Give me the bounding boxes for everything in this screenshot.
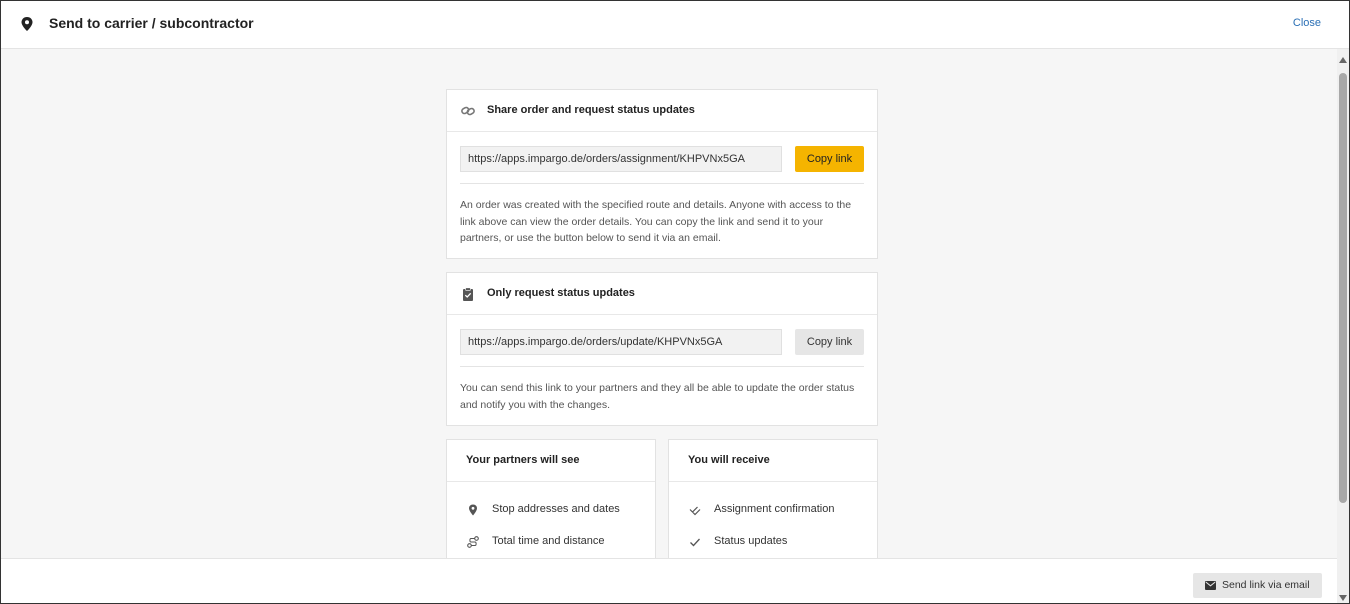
receive-card-title: You will receive [688,454,770,466]
send-link-label: Send link via email [1222,579,1310,591]
status-link-field[interactable]: https://apps.impargo.de/orders/update/KH… [460,329,782,355]
envelope-icon [1205,581,1216,590]
share-link-field[interactable]: https://apps.impargo.de/orders/assignmen… [460,146,782,172]
feature-label: Stop addresses and dates [492,503,620,515]
share-order-card-title: Share order and request status updates [487,104,695,116]
partners-card-title: Your partners will see [466,454,580,466]
copy-status-link-button[interactable]: Copy link [795,329,864,355]
vertical-scrollbar[interactable] [1337,49,1349,603]
link-icon [461,106,475,116]
divider [460,366,864,367]
modal-footer: Send link via email [1,558,1339,603]
status-updates-card-header: Only request status updates [447,273,877,315]
double-check-icon [689,506,701,516]
partners-card-header: Your partners will see [447,440,655,482]
share-order-card-header: Share order and request status updates [447,90,877,132]
scrollbar-thumb[interactable] [1339,73,1347,503]
map-pin-icon [469,504,477,516]
status-updates-card: Only request status updates https://apps… [446,272,878,426]
feature-label: Total time and distance [492,535,605,547]
close-button[interactable]: Close [1293,17,1321,29]
modal-header: Send to carrier / subcontractor Close [1,1,1349,49]
status-updates-description: You can send this link to your partners … [460,382,855,411]
send-link-via-email-button[interactable]: Send link via email [1193,573,1322,598]
scroll-down-arrow-icon[interactable] [1339,595,1347,601]
divider [460,183,864,184]
map-pin-icon [21,17,33,31]
feature-label: Assignment confirmation [714,503,835,515]
copy-share-link-button[interactable]: Copy link [795,146,864,172]
clipboard-check-icon [463,287,473,301]
scroll-up-arrow-icon[interactable] [1339,57,1347,63]
modal-window: Send to carrier / subcontractor Close Sh… [0,0,1350,604]
share-order-card: Share order and request status updates h… [446,89,878,259]
share-order-description: An order was created with the specified … [460,199,852,244]
modal-title: Send to carrier / subcontractor [49,15,254,31]
status-updates-card-title: Only request status updates [487,287,635,299]
receive-card-header: You will receive [669,440,877,482]
route-icon [467,536,479,548]
check-icon [690,538,700,547]
feature-label: Status updates [714,535,788,547]
